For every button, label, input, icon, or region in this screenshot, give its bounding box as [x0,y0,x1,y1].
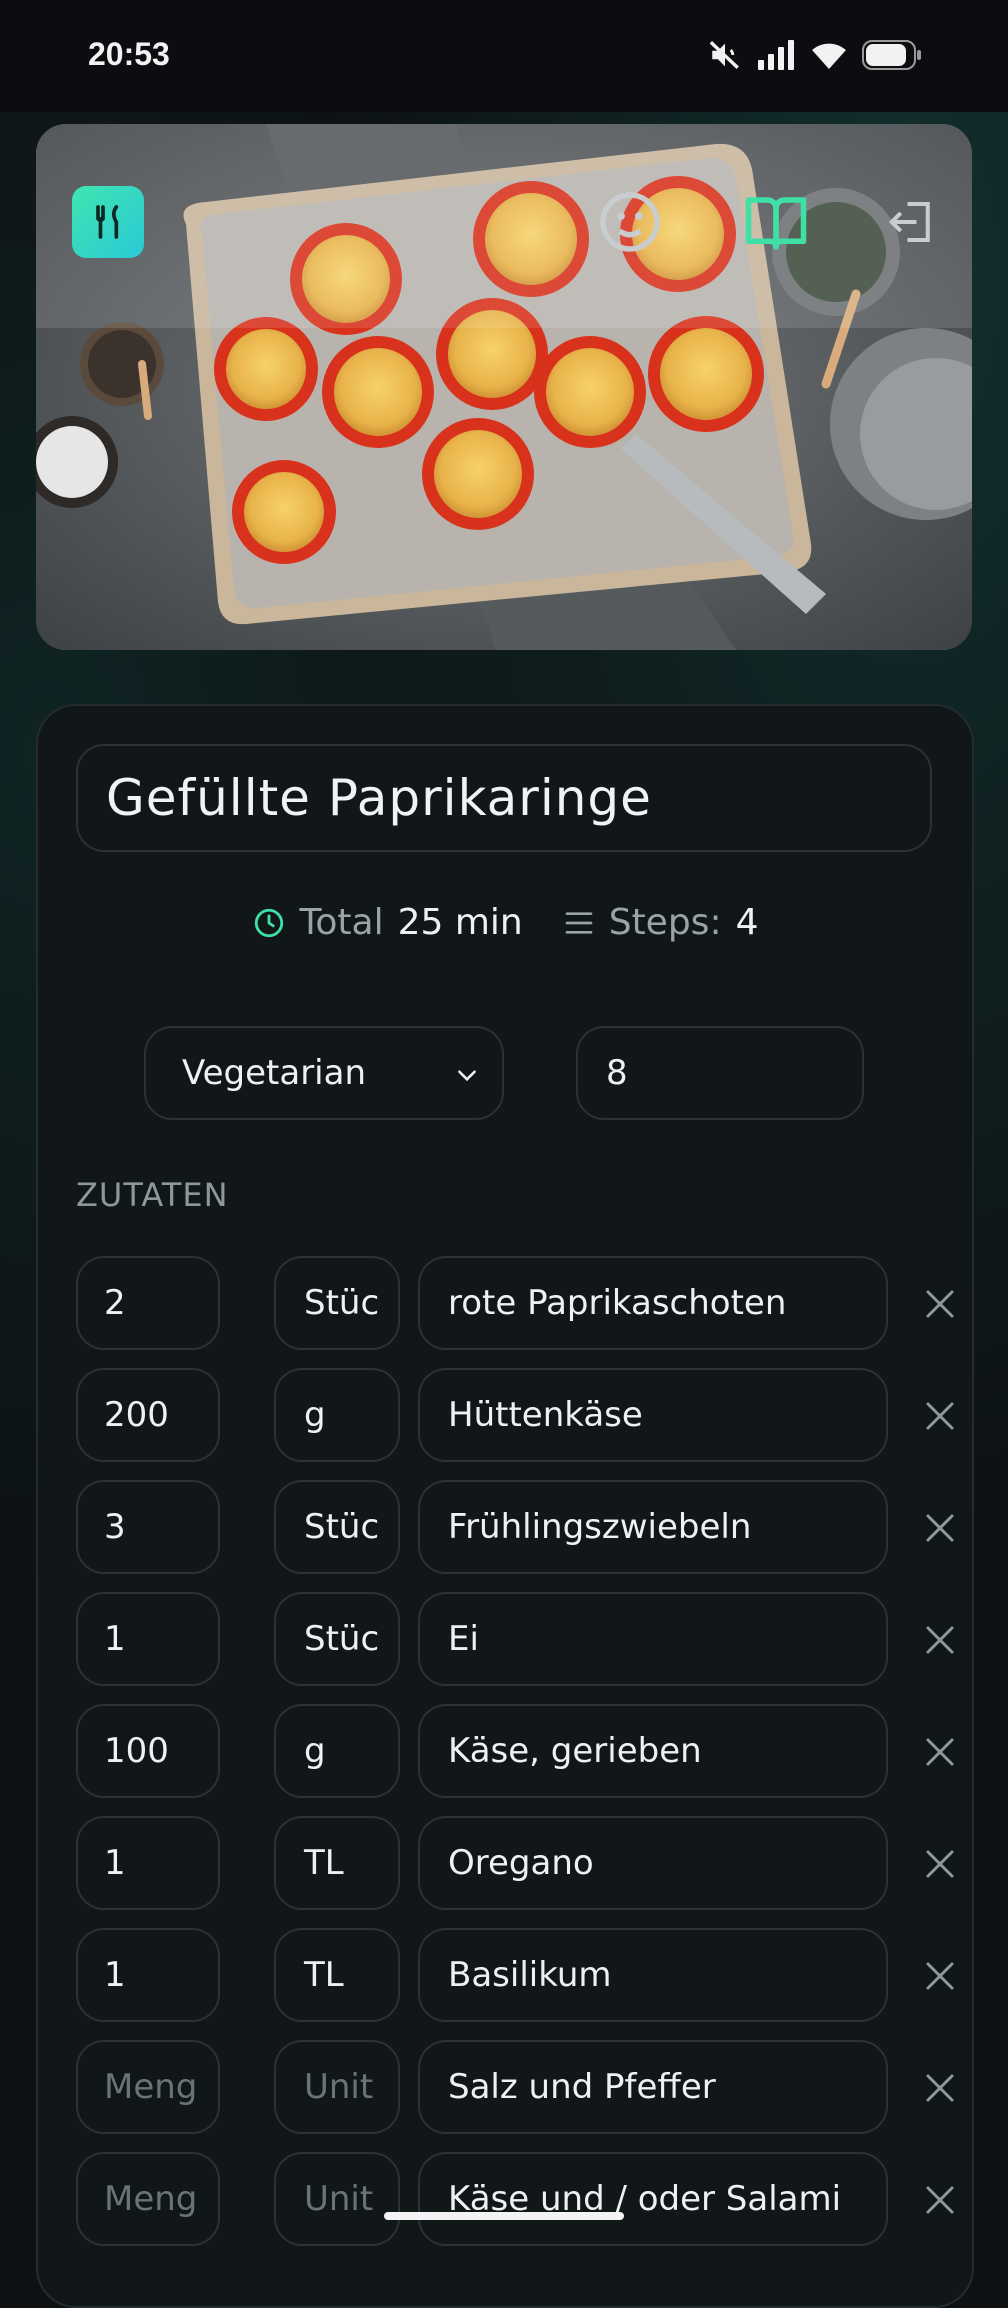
ingredient-name-input[interactable]: Salz und Pfeffer [418,2040,888,2134]
ingredient-quantity-input[interactable]: 2 [76,1256,220,1350]
ingredient-unit-input[interactable]: TL [274,1816,400,1910]
recipe-editor-card: Gefüllte Paprikaringe Total 25 min Steps… [36,704,974,2308]
ingredient-row: 1 TL Oregano [76,1816,956,1910]
ingredient-row: 200 g Hüttenkäse [76,1368,956,1462]
ingredient-unit-input[interactable]: Stüc [274,1480,400,1574]
ingredient-quantity-input[interactable]: 3 [76,1480,220,1574]
steps-count: Steps: 4 [563,902,759,943]
close-icon[interactable] [922,1958,958,1994]
recipe-title-input[interactable]: Gefüllte Paprikaringe [76,744,932,852]
profile-nav-button[interactable] [590,182,670,262]
status-bar: 20:53 [0,0,1008,112]
hero-toolbar-backdrop [36,124,972,328]
close-icon[interactable] [922,1622,958,1658]
ingredient-row: Meng Unit Käse und / oder Salami [76,2152,956,2246]
ingredient-name-input[interactable]: Käse und / oder Salami [418,2152,888,2246]
list-icon [565,911,593,934]
ingredients-heading: ZUTATEN [76,1176,229,1214]
diet-value: Vegetarian [182,1053,367,1093]
home-indicator[interactable] [384,2212,624,2220]
chevron-down-icon [458,1070,476,1082]
book-icon [745,197,807,250]
ingredient-unit-input[interactable]: Stüc [274,1592,400,1686]
ingredient-unit-input[interactable]: Stüc [274,1256,400,1350]
ingredient-row: 1 TL Basilikum [76,1928,956,2022]
ingredient-quantity-input[interactable]: 100 [76,1704,220,1798]
ingredient-name-input[interactable]: Frühlingszwiebeln [418,1480,888,1574]
close-icon[interactable] [922,1398,958,1434]
ingredient-row: 1 Stüc Ei [76,1592,956,1686]
chef-icon [96,205,119,239]
wifi-icon [812,43,846,69]
total-time: Total 25 min [252,902,523,943]
steps-label: Steps: [608,902,722,943]
steps-value: 4 [735,902,759,943]
ingredient-row: Meng Unit Salz und Pfeffer [76,2040,956,2134]
mute-icon [709,41,739,69]
face-icon [600,192,660,252]
ingredient-name-input[interactable]: Käse, gerieben [418,1704,888,1798]
ingredient-unit-input[interactable]: Unit [274,2152,400,2246]
close-icon[interactable] [922,1734,958,1770]
close-icon[interactable] [922,2070,958,2106]
close-icon[interactable] [922,1510,958,1546]
ingredient-quantity-input[interactable]: 200 [76,1368,220,1462]
recipe-hero-image [36,124,972,650]
clock-icon [254,908,283,937]
ingredient-quantity-input[interactable]: 1 [76,1592,220,1686]
recipes-nav-button[interactable] [736,182,816,262]
ingredient-row: 3 Stüc Frühlingszwiebeln [76,1480,956,1574]
ingredient-name-input[interactable]: Basilikum [418,1928,888,2022]
ingredient-unit-input[interactable]: TL [274,1928,400,2022]
status-icons [708,38,922,72]
close-icon[interactable] [922,2182,958,2218]
ingredient-name-input[interactable]: Ei [418,1592,888,1686]
ingredient-quantity-input[interactable]: Meng [76,2040,220,2134]
ingredient-quantity-input[interactable]: 1 [76,1816,220,1910]
logout-icon [888,201,930,243]
total-value: 25 min [397,902,523,943]
battery-icon [862,40,921,70]
ingredient-unit-input[interactable]: g [274,1704,400,1798]
ingredient-row: 2 Stüc rote Paprikaschoten [76,1256,956,1350]
status-time: 20:53 [88,36,170,72]
ingredient-name-input[interactable]: Hüttenkäse [418,1368,888,1462]
ingredient-name-input[interactable]: Oregano [418,1816,888,1910]
servings-input[interactable]: 8 [576,1026,864,1120]
close-icon[interactable] [922,1846,958,1882]
ingredient-name-input[interactable]: rote Paprikaschoten [418,1256,888,1350]
ingredient-unit-input[interactable]: g [274,1368,400,1462]
ingredient-quantity-input[interactable]: 1 [76,1928,220,2022]
recipe-meta: Total 25 min Steps: 4 [38,902,972,943]
signal-icon [758,40,794,70]
app-logo-button[interactable] [72,186,144,258]
diet-select[interactable]: Vegetarian [144,1026,504,1120]
close-icon[interactable] [922,1286,958,1322]
ingredient-row: 100 g Käse, gerieben [76,1704,956,1798]
logout-button[interactable] [872,182,952,262]
total-label: Total [299,902,384,943]
ingredient-unit-input[interactable]: Unit [274,2040,400,2134]
ingredient-quantity-input[interactable]: Meng [76,2152,220,2246]
